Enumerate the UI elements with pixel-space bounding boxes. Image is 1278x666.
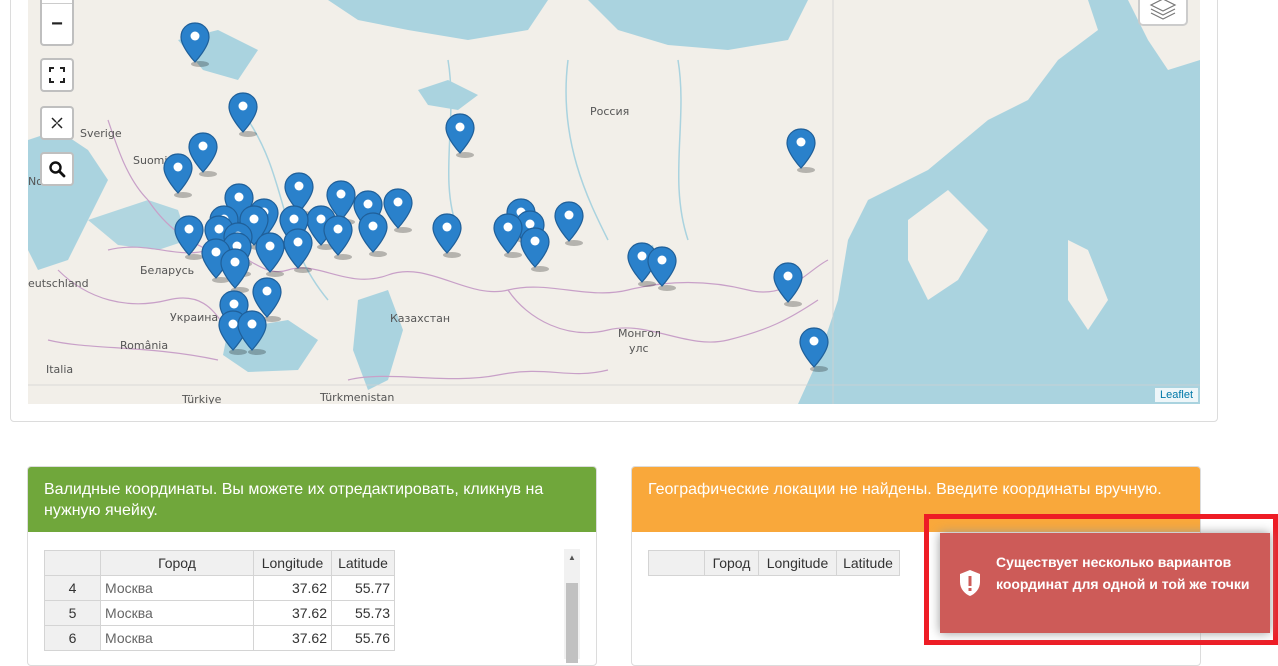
map-marker-icon[interactable] <box>228 92 258 138</box>
map-label-mongol: Монгол <box>618 327 661 340</box>
map-marker-icon[interactable] <box>255 232 285 278</box>
layers-icon <box>1149 0 1177 20</box>
map-label-turkmenistan: Türkmenistan <box>320 391 395 404</box>
map-marker-icon[interactable] <box>554 201 584 247</box>
map-marker-icon[interactable] <box>432 213 462 259</box>
reset-view-button[interactable] <box>40 106 74 140</box>
zoom-control: − <box>40 0 74 46</box>
table-row: 5 Москва 37.62 55.73 <box>44 600 395 626</box>
map-label-belarus: Беларусь <box>140 264 195 277</box>
map-label-sverige: Sverige <box>80 127 122 140</box>
table-row: 4 Москва 37.62 55.77 <box>44 575 395 601</box>
map-marker-icon[interactable] <box>220 248 250 294</box>
zoom-out-button[interactable]: − <box>51 4 63 44</box>
row-index: 4 <box>44 575 101 601</box>
map-marker-icon[interactable] <box>445 113 475 159</box>
error-toast[interactable]: Существует несколько вариантов координат… <box>940 533 1270 633</box>
map-marker-icon[interactable] <box>773 262 803 308</box>
leaflet-attribution-link[interactable]: Leaflet <box>1154 388 1198 402</box>
scroll-thumb[interactable] <box>566 583 578 663</box>
map-marker-icon[interactable] <box>237 310 267 356</box>
table-scrollbar[interactable]: ▲ <box>564 549 580 663</box>
longitude-cell[interactable]: 37.62 <box>253 625 332 651</box>
city-cell[interactable]: Москва <box>100 575 254 601</box>
latitude-cell[interactable]: 55.73 <box>331 600 395 626</box>
collapse-icon <box>51 117 63 129</box>
row-index: 6 <box>44 625 101 651</box>
valid-coordinates-table: Город Longitude Latitude 4 Москва 37.62 … <box>44 550 395 651</box>
column-header-longitude: Longitude <box>758 550 837 576</box>
column-header-city: Город <box>704 550 759 576</box>
map-marker-icon[interactable] <box>520 227 550 273</box>
scroll-up-arrow-icon[interactable]: ▲ <box>564 551 580 565</box>
column-header-latitude: Latitude <box>331 550 395 576</box>
missing-locations-table: Город Longitude Latitude <box>648 550 900 576</box>
map-marker-icon[interactable] <box>647 246 677 292</box>
map-marker-icon[interactable] <box>163 153 193 199</box>
map-marker-icon[interactable] <box>174 215 204 261</box>
longitude-cell[interactable]: 37.62 <box>253 600 332 626</box>
shield-alert-icon <box>960 570 980 596</box>
city-cell[interactable]: Москва <box>100 600 254 626</box>
latitude-cell[interactable]: 55.77 <box>331 575 395 601</box>
map-marker-icon[interactable] <box>799 327 829 373</box>
map-search-button[interactable] <box>40 152 74 186</box>
map-label-kazakhstan: Казахстан <box>390 312 451 325</box>
city-cell[interactable]: Москва <box>100 625 254 651</box>
map-label-turkiye: Türkiye <box>182 393 222 404</box>
map-marker-icon[interactable] <box>283 228 313 274</box>
map-label-mongol-2: улс <box>629 342 649 355</box>
column-header-latitude: Latitude <box>836 550 900 576</box>
table-row: 6 Москва 37.62 55.76 <box>44 625 395 651</box>
map-marker-icon[interactable] <box>358 212 388 258</box>
layers-button[interactable] <box>1138 0 1188 26</box>
column-header-index <box>44 550 101 576</box>
longitude-cell[interactable]: 37.62 <box>253 575 332 601</box>
fullscreen-icon <box>49 67 65 83</box>
map-marker-icon[interactable] <box>323 215 353 261</box>
valid-coordinates-panel: Валидные координаты. Вы можете их отреда… <box>27 466 597 666</box>
map-marker-icon[interactable] <box>493 213 523 259</box>
map-view[interactable]: Россия Sverige Suomi No Беларусь eutschl… <box>28 0 1200 404</box>
column-header-longitude: Longitude <box>253 550 332 576</box>
map-label-italia: Italia <box>46 363 74 376</box>
column-header-city: Город <box>100 550 254 576</box>
map-marker-icon[interactable] <box>786 128 816 174</box>
map-label-russia: Россия <box>590 105 630 118</box>
latitude-cell[interactable]: 55.76 <box>331 625 395 651</box>
fullscreen-button[interactable] <box>40 58 74 92</box>
row-index: 5 <box>44 600 101 626</box>
map-label-romania: România <box>120 339 169 352</box>
toast-message: Существует несколько вариантов координат… <box>996 554 1250 592</box>
map-label-ukraina: Украина <box>170 311 219 324</box>
column-header-index <box>648 550 705 576</box>
map-label-deutschland: eutschland <box>28 277 89 290</box>
valid-coordinates-title: Валидные координаты. Вы можете их отреда… <box>28 467 596 532</box>
search-icon <box>49 161 66 178</box>
map-marker-icon[interactable] <box>180 22 210 68</box>
